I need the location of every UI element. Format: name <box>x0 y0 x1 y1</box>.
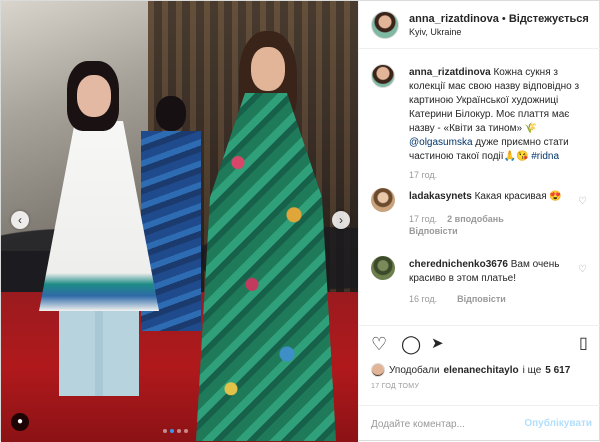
post-window: ‹ › ● anna_rizatdinova • Відстежується K… <box>0 0 600 442</box>
model-floral-dress <box>191 31 341 441</box>
avatar[interactable] <box>371 11 399 39</box>
comments-list[interactable]: anna_rizatdinova Кожна сукня з колекції … <box>359 50 600 325</box>
chevron-left-icon[interactable]: ‹ <box>11 211 29 229</box>
avatar[interactable] <box>371 64 395 88</box>
carousel-dots <box>163 429 188 433</box>
comment-username[interactable]: cherednichenko3676 <box>409 259 508 270</box>
comment-likes[interactable]: 2 вподобань <box>447 214 504 224</box>
comment-form: Опублікувати <box>359 405 600 442</box>
comment-input[interactable] <box>371 416 531 432</box>
caption-text: anna_rizatdinova Кожна сукня з колекції … <box>409 67 580 162</box>
caption-username[interactable]: anna_rizatdinova <box>409 67 491 78</box>
location-link[interactable]: Kyiv, Ukraine <box>409 27 461 37</box>
follow-status-button[interactable]: Відстежується <box>509 13 589 25</box>
carousel-dot-active <box>170 429 174 433</box>
author-username[interactable]: anna_rizatdinova <box>409 13 499 25</box>
mention-link[interactable]: @olgasumska <box>409 137 473 148</box>
carousel-dot <box>177 429 181 433</box>
post-sidebar: anna_rizatdinova • Відстежується Kyiv, U… <box>358 1 600 442</box>
chevron-right-icon[interactable]: › <box>332 211 350 229</box>
comment-time: 16 год. <box>409 294 438 304</box>
comment-text: ladakasynets Какая красивая 😍 <box>409 191 562 202</box>
caption-time: 17 год. <box>409 170 438 180</box>
carousel-dot <box>184 429 188 433</box>
share-icon[interactable]: ➤ <box>431 335 444 353</box>
separator-dot: • <box>501 13 506 25</box>
hashtag-link[interactable]: #ridna <box>531 151 559 162</box>
avatar[interactable] <box>371 363 385 377</box>
comment-icon[interactable]: ◯ <box>401 335 421 353</box>
heart-icon[interactable]: ♡ <box>578 196 587 207</box>
heart-icon[interactable]: ♡ <box>578 264 587 275</box>
model-white-tunic <box>29 61 179 401</box>
post-photo[interactable]: ‹ › ● <box>1 1 358 442</box>
likes-count[interactable]: 5 617 <box>545 365 570 376</box>
comment-username[interactable]: ladakasynets <box>409 191 472 202</box>
post-header: anna_rizatdinova • Відстежується Kyiv, U… <box>359 1 600 49</box>
post-time[interactable]: 17 ГОД ТОМУ <box>371 383 419 390</box>
heart-icon[interactable]: ♡ <box>371 335 387 353</box>
reply-button[interactable]: Відповісти <box>409 226 458 236</box>
bookmark-icon[interactable]: ▯ <box>579 335 588 353</box>
carousel-dot <box>163 429 167 433</box>
publish-button[interactable]: Опублікувати <box>524 418 592 429</box>
reply-button[interactable]: Відповісти <box>457 294 506 304</box>
wheat-emoji: 🌾 <box>524 123 538 134</box>
avatar[interactable] <box>371 256 395 280</box>
comment-time: 17 год. <box>409 214 438 224</box>
likes-summary: Уподобали elenanechitaylo і ще 5 617 <box>371 363 570 377</box>
user-tag-icon[interactable]: ● <box>11 413 29 431</box>
avatar[interactable] <box>371 188 395 212</box>
liker-username[interactable]: elenanechitaylo <box>444 365 519 376</box>
action-bar: ♡ ◯ ➤ ▯ <box>359 325 600 365</box>
comment-text: cherednichenko3676 Вам очень красиво в э… <box>409 259 560 284</box>
